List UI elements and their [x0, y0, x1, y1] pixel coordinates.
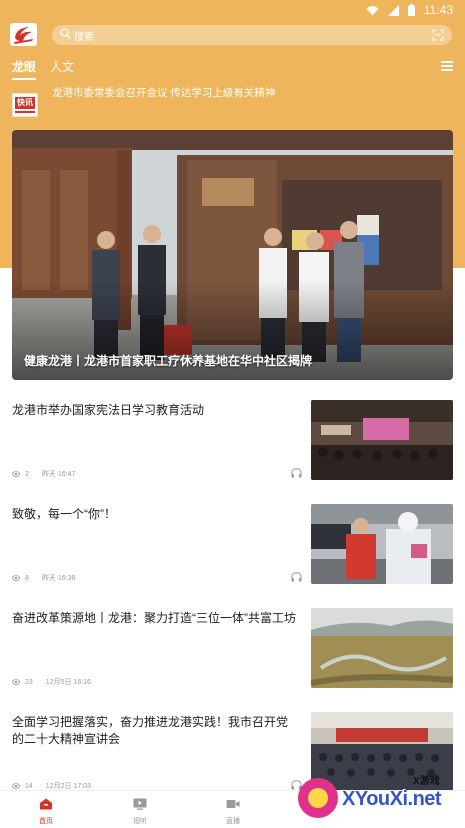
- wifi-icon: [366, 5, 379, 15]
- eye-icon: [12, 575, 20, 581]
- news-date: 12月5日 16:16: [45, 679, 91, 686]
- battery-icon: [407, 4, 415, 16]
- news-views: 8: [25, 574, 29, 582]
- news-title: 龙港市举办国家宪法日学习教育活动: [12, 403, 205, 417]
- news-list: 龙港市举办国家宪法日学习教育活动 2 昨天 16:47 致敬，每一个“你”！ 8…: [0, 398, 465, 814]
- tv-icon: [133, 798, 147, 810]
- news-title: 全面学习把握落实，奋力推进龙港实践！我市召开党的二十大精神宣讲会: [12, 715, 289, 746]
- nav-home[interactable]: 首页: [16, 795, 76, 826]
- flash-news-headline: 龙港市委常委会召开会议 传达学习上级有关精神: [52, 87, 276, 99]
- nav-live[interactable]: 直播: [203, 795, 263, 826]
- video-camera-icon: [226, 800, 240, 808]
- headphones-icon[interactable]: [291, 572, 302, 582]
- nav-audiovisual[interactable]: 视听: [110, 795, 170, 826]
- search-input[interactable]: 搜索: [52, 25, 452, 45]
- nav-live-label: 直播: [226, 818, 240, 825]
- search-placeholder: 搜索: [74, 32, 94, 43]
- news-views: 2: [25, 470, 29, 478]
- signal-icon: [387, 4, 399, 16]
- news-meta: 2 昨天 16:47: [12, 469, 75, 479]
- hero-banner[interactable]: 健康龙港丨龙港市首家职工疗休养基地在华中社区揭牌: [12, 130, 453, 380]
- news-meta: 23 12月5日 16:16: [12, 677, 91, 687]
- menu-icon[interactable]: [441, 61, 453, 71]
- channel-tabs: 龙眼 人文: [12, 58, 74, 80]
- list-item[interactable]: 致敬，每一个“你”！ 8 昨天 16:38: [0, 502, 465, 606]
- tab-longyan[interactable]: 龙眼: [12, 58, 37, 80]
- status-time: 11:43: [423, 3, 453, 17]
- watermark: X游戏 XYouXi.net: [298, 770, 458, 822]
- home-icon: [40, 798, 52, 810]
- tab-renwen[interactable]: 人文: [50, 58, 74, 80]
- news-views: 14: [25, 782, 33, 790]
- hero-caption: 健康龙港丨龙港市首家职工疗休养基地在华中社区揭牌: [24, 354, 313, 368]
- list-item[interactable]: 龙港市举办国家宪法日学习教育活动 2 昨天 16:47: [0, 398, 465, 502]
- flash-news-next: [52, 107, 55, 123]
- hero-photo: [12, 130, 453, 380]
- flash-news-badge: 快讯: [12, 93, 38, 117]
- eye-icon: [12, 679, 20, 685]
- watermark-big-text: XYouXi.net: [342, 788, 442, 810]
- status-bar: 11:43: [0, 0, 465, 20]
- nav-home-label: 首页: [39, 818, 53, 825]
- news-title: 奋进改革策源地丨龙港：聚力打造“三位一体”共富工坊: [12, 611, 296, 625]
- eye-icon: [12, 471, 20, 477]
- watermark-small-text: X游戏: [413, 776, 440, 787]
- watermark-logo: [298, 778, 338, 818]
- news-thumbnail: [311, 400, 453, 480]
- news-thumbnail: [311, 504, 453, 584]
- nav-audiovisual-label: 视听: [133, 818, 147, 825]
- news-meta: 8 昨天 16:38: [12, 573, 75, 583]
- headphones-icon[interactable]: [291, 468, 302, 478]
- news-date: 昨天 16:47: [41, 471, 76, 478]
- eye-icon: [12, 783, 20, 789]
- news-date: 昨天 16:38: [41, 575, 76, 582]
- list-item[interactable]: 奋进改革策源地丨龙港：聚力打造“三位一体”共富工坊 23 12月5日 16:16: [0, 606, 465, 710]
- app-logo: [10, 23, 37, 46]
- news-thumbnail: [311, 608, 453, 688]
- news-title: 致敬，每一个“你”！: [12, 507, 116, 521]
- flash-news-ticker[interactable]: 龙港市委常委会召开会议 传达学习上级有关精神: [52, 84, 452, 124]
- search-icon: [60, 28, 71, 39]
- scan-icon[interactable]: [432, 29, 444, 41]
- news-views: 23: [25, 678, 33, 686]
